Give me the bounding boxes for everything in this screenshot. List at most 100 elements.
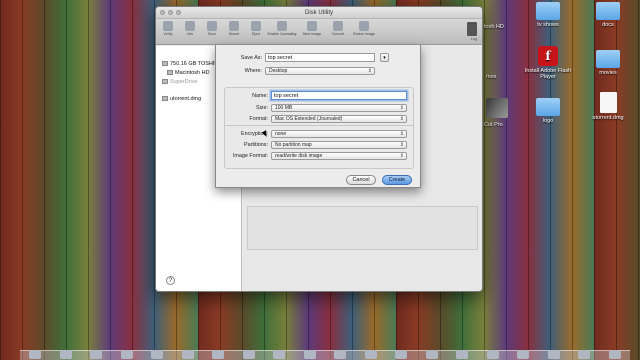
toolbar-enable-journaling-button[interactable]: Enable Journaling: [268, 21, 296, 36]
dock-launchpad-icon[interactable]: [59, 350, 72, 359]
desktop-icon-logo[interactable]: logo: [518, 98, 578, 124]
mount-icon: [229, 21, 239, 31]
desktop-icon-label: Install Adobe Flash Player: [524, 68, 572, 80]
desktop-icon-label: tv shows: [537, 22, 559, 28]
log-icon[interactable]: [467, 22, 477, 36]
help-button[interactable]: ?: [166, 276, 175, 285]
desktop-icon-movies[interactable]: movies: [578, 50, 638, 76]
size-label: Size:: [256, 105, 268, 111]
toolbar-convert-button[interactable]: Convert: [329, 21, 347, 36]
disk-image-file-icon: [599, 92, 617, 113]
where-popup[interactable]: Desktop ⇕: [265, 67, 375, 75]
desktop-icon-install-flash[interactable]: f Install Adobe Flash Player: [518, 46, 578, 80]
chevron-updown-icon: ⇕: [399, 131, 404, 137]
desktop-label-partial-drive[interactable]: tosh HD: [484, 24, 504, 30]
optical-drive-icon: [162, 79, 168, 84]
dock-photo-booth-icon[interactable]: [334, 350, 347, 359]
info-icon: [185, 21, 195, 31]
desktop-icon-utorrent-dmg[interactable]: utorrent.dmg: [578, 92, 638, 121]
dock-contacts-icon[interactable]: [181, 350, 194, 359]
resize-image-icon: [359, 21, 369, 31]
window-controls: [160, 10, 181, 15]
microscope-icon: [163, 21, 173, 31]
create-button[interactable]: Create: [382, 175, 412, 185]
toolbar-eject-button[interactable]: Eject: [247, 21, 265, 36]
toolbar: Verify Info Burn Mount Eject Enable Jour…: [156, 19, 482, 45]
image-format-popup[interactable]: read/write disk image ⇕: [271, 152, 407, 160]
dock-notes-icon[interactable]: [242, 350, 255, 359]
desktop-icon-label: logo: [542, 118, 554, 124]
convert-icon: [333, 21, 343, 31]
image-format-label: Image Format:: [232, 153, 268, 159]
minimize-button[interactable]: [168, 10, 173, 15]
desktop-icon-label: utorrent.dmg: [592, 115, 624, 121]
chevron-updown-icon: ⇕: [399, 142, 404, 148]
expand-save-dialog-button[interactable]: ▾: [380, 53, 389, 62]
zoom-button[interactable]: [176, 10, 181, 15]
eject-icon: [251, 21, 261, 31]
dock-itunes-icon[interactable]: [364, 350, 377, 359]
toolbar-burn-button[interactable]: Burn: [203, 21, 221, 36]
desktop-icon-tv-shows[interactable]: tv shows: [518, 2, 578, 28]
folder-icon: [596, 50, 620, 68]
new-image-icon: [307, 21, 317, 31]
dock-applications-icon[interactable]: [547, 350, 560, 359]
window-titlebar[interactable]: Disk Utility: [156, 7, 482, 19]
dock-messages-icon[interactable]: [273, 350, 286, 359]
cancel-button[interactable]: Cancel: [346, 175, 376, 185]
partitions-popup[interactable]: No partition map ⇕: [271, 141, 407, 149]
dock-app-store-icon[interactable]: [395, 350, 408, 359]
size-popup[interactable]: 100 MB ⇕: [271, 104, 407, 112]
desktop-label-partial-folder[interactable]: mes: [486, 74, 496, 80]
options-divider: [224, 125, 414, 126]
hard-drive-icon: [162, 61, 168, 66]
format-label: Format:: [249, 116, 268, 122]
toolbar-new-image-button[interactable]: New Image: [299, 21, 325, 36]
desktop-icon-label: docs: [602, 22, 614, 28]
folder-icon: [536, 2, 560, 20]
dock-disk-utility-icon[interactable]: [456, 350, 469, 359]
dock: [20, 350, 630, 360]
toolbar-verify-button[interactable]: Verify: [159, 21, 177, 36]
toolbar-resize-image-button[interactable]: Resize Image: [351, 21, 377, 36]
volume-icon: [167, 70, 173, 75]
dock-finder-icon[interactable]: [29, 350, 42, 359]
chevron-updown-icon: ⇕: [399, 153, 404, 159]
journaling-icon: [277, 21, 287, 31]
toolbar-mount-button[interactable]: Mount: [225, 21, 243, 36]
log-label: Log: [471, 37, 477, 41]
final-cut-pro-icon[interactable]: [486, 98, 508, 118]
encryption-popup[interactable]: none ⇕: [271, 130, 407, 138]
desktop-icon-docs[interactable]: docs: [578, 2, 638, 28]
dock-calendar-icon[interactable]: [212, 350, 225, 359]
chevron-updown-icon: ⇕: [367, 68, 372, 74]
toolbar-info-button[interactable]: Info: [181, 21, 199, 36]
detail-panel: [247, 206, 478, 250]
partitions-label: Partitions:: [244, 142, 268, 148]
desktop-label-partial-app[interactable]: Cut Pro: [484, 122, 503, 128]
save-as-field[interactable]: top secret: [265, 53, 375, 62]
desktop-icon-label: movies: [599, 70, 617, 76]
dock-safari-icon[interactable]: [120, 350, 133, 359]
dock-documents-icon[interactable]: [578, 350, 591, 359]
format-popup[interactable]: Mac OS Extended (Journaled) ⇕: [271, 115, 407, 123]
dock-mission-control-icon[interactable]: [90, 350, 103, 359]
where-label: Where:: [244, 68, 262, 74]
dock-system-preferences-icon[interactable]: [425, 350, 438, 359]
close-button[interactable]: [160, 10, 165, 15]
dock-downloads-icon[interactable]: [517, 350, 530, 359]
burn-icon: [207, 21, 217, 31]
folder-icon: [536, 98, 560, 116]
dock-final-cut-icon[interactable]: [486, 350, 499, 359]
flash-installer-icon: f: [538, 46, 558, 66]
name-field[interactable]: top secret: [271, 91, 407, 100]
dock-mail-icon[interactable]: [151, 350, 164, 359]
dock-facetime-icon[interactable]: [303, 350, 316, 359]
folder-icon: [596, 2, 620, 20]
dock-trash-icon[interactable]: [608, 350, 621, 359]
chevron-updown-icon: ⇕: [399, 116, 404, 122]
save-as-label: Save As:: [240, 54, 262, 61]
name-label: Name:: [252, 92, 268, 99]
new-image-sheet: Save As: top secret ▾ Where: Desktop ⇕ N…: [215, 45, 421, 188]
chevron-updown-icon: ⇕: [399, 105, 404, 111]
